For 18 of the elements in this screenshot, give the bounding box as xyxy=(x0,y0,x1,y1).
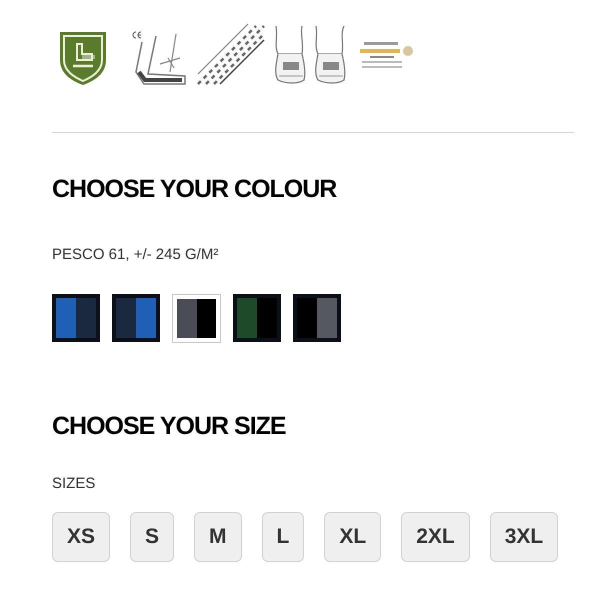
section-heading: CHOOSE YOUR SIZE xyxy=(52,411,286,441)
colour-swatch[interactable] xyxy=(293,294,341,342)
size-button[interactable]: 3XL xyxy=(490,512,558,562)
size-button[interactable]: L xyxy=(262,512,304,562)
colour-swatch[interactable] xyxy=(112,294,160,342)
size-button[interactable]: XS xyxy=(52,512,110,562)
size-button[interactable]: 2XL xyxy=(401,512,470,562)
colour-swatch[interactable] xyxy=(233,294,281,342)
shield-icon xyxy=(58,30,108,86)
section-heading: CHOOSE YOUR COLOUR xyxy=(52,174,336,204)
shoes-icon xyxy=(272,24,348,86)
colour-swatch[interactable] xyxy=(52,294,100,342)
sizes-label: SIZES xyxy=(52,475,96,493)
material-text: PESCO 61, +/- 245 G/M² xyxy=(52,246,218,264)
size-button[interactable]: XL xyxy=(324,512,382,562)
size-button[interactable]: S xyxy=(130,512,174,562)
dashed-stripes-icon xyxy=(196,22,266,86)
size-button[interactable]: M xyxy=(194,512,242,562)
